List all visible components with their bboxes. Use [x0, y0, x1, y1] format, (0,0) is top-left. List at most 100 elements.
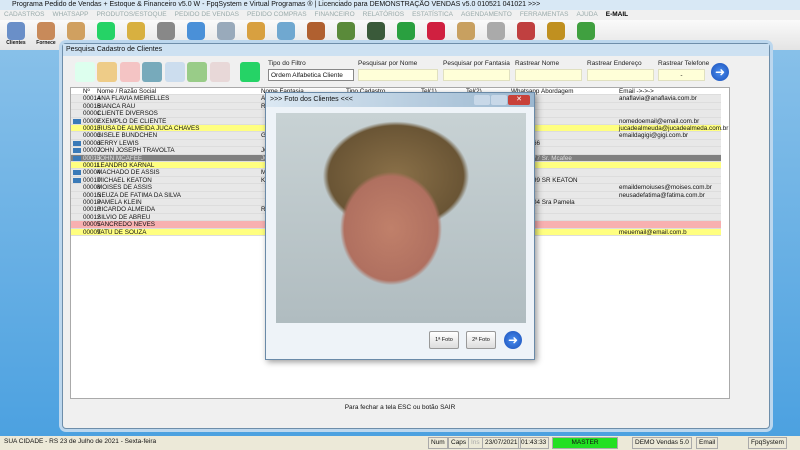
whatsapp-icon[interactable]	[240, 62, 260, 82]
toolbar-icon	[457, 22, 475, 40]
search-name-label: Pesquisar por Nome	[358, 60, 418, 67]
search-fantasy-label: Pesquisar por Fantasia	[443, 60, 510, 67]
menu-item[interactable]: E-MAIL	[606, 11, 628, 18]
toolbar-button[interactable]: Fornece	[34, 22, 58, 48]
photo-indicator-icon	[73, 177, 81, 183]
photo-indicator-icon	[73, 148, 81, 154]
add-icon[interactable]	[75, 62, 95, 82]
delete-icon[interactable]	[120, 62, 140, 82]
tools-icon[interactable]	[187, 62, 207, 82]
status-caps: Caps	[448, 437, 470, 449]
cell-nome: TANCREDO NEVES	[97, 221, 155, 229]
menu-item[interactable]: PRODUTOS/ESTOQUE	[96, 11, 166, 18]
photo-dialog: >>> Foto dos Clientes <<< ✕ 1ª Foto 2ª F…	[265, 92, 535, 360]
cell-email: meuemail@email.com.b	[619, 228, 687, 236]
photo-indicator-icon	[73, 155, 81, 161]
photo-indicator-icon	[73, 170, 81, 176]
menu-item[interactable]: RELATÓRIOS	[363, 11, 404, 18]
cell-email: neusadefatima@fatima.com.br	[619, 191, 705, 199]
status-city-date: SUA CIDADE - RS 23 de Julho de 2021 - Se…	[4, 438, 157, 445]
track-name-input[interactable]	[515, 69, 582, 81]
toolbar-icon	[367, 22, 385, 40]
cell-nome: NEUZA DE FATIMA DA SILVA	[97, 191, 181, 199]
cell-nome: JOHN JOSEPH TRAVOLTA	[97, 147, 175, 155]
column-header[interactable]: Nº	[83, 88, 90, 95]
cell-nome: RICARDO ALMEIDA	[97, 206, 156, 214]
toolbar-icon	[487, 22, 505, 40]
cell-abord: 77 Sr. Mcafee	[533, 154, 572, 162]
toolbar-icon	[577, 22, 595, 40]
cell-abord: 99 SR KEATON	[533, 176, 578, 184]
filter-type-select[interactable]: Ordem Alfabetica Cliente	[268, 69, 354, 81]
toolbar-icon	[427, 22, 445, 40]
toolbar-button[interactable]: Clientes	[4, 22, 28, 48]
status-num: Num	[428, 437, 448, 449]
menu-item[interactable]: AJUDA	[576, 11, 597, 18]
menu-item[interactable]: CADASTROS	[4, 11, 44, 18]
edit-icon[interactable]	[97, 62, 117, 82]
column-header[interactable]: Email ->->->	[619, 88, 654, 95]
track-name-label: Rastrear Nome	[515, 60, 560, 67]
photo-indicator-icon	[73, 140, 81, 146]
cell-nome: EXEMPLO DE CLIENTE	[97, 117, 167, 125]
email-icon[interactable]	[210, 62, 230, 82]
toolbar-label: Clientes	[6, 40, 26, 46]
cell-abord: 04 Sra Pamela	[533, 199, 575, 206]
menu-item[interactable]: PEDIDO DE VENDAS	[175, 11, 239, 18]
filter-type-label: Tipo do Filtro	[268, 60, 306, 67]
first-photo-button[interactable]: 1ª Foto	[429, 331, 459, 349]
toolbar-icon	[337, 22, 355, 40]
toolbar-icon	[547, 22, 565, 40]
cell-nome: PAMELA KLEIN	[97, 199, 142, 206]
menu-item[interactable]: WHATSAPP	[52, 11, 88, 18]
menu-item[interactable]: ESTATÍSTICA	[412, 11, 453, 18]
menu-item[interactable]: FERRAMENTAS	[520, 11, 569, 18]
column-header[interactable]: Nome / Razão Social	[97, 88, 156, 95]
toolbar-icon	[187, 22, 205, 40]
search-fantasy-input[interactable]	[443, 69, 510, 81]
minimize-button[interactable]	[474, 95, 490, 105]
footer-hint: Para fechar a tela ESC ou botão SAIR	[344, 404, 456, 411]
menu-item[interactable]: AGENDAMENTO	[461, 11, 512, 18]
toolbar-icon	[517, 22, 535, 40]
cell-nome: LEANDRO KARNAL	[97, 162, 155, 169]
client-photo	[276, 113, 526, 323]
toolbar-icon	[307, 22, 325, 40]
toolbar-icon	[157, 22, 175, 40]
contacts-icon[interactable]	[142, 62, 162, 82]
menu-bar: CADASTROS WHATSAPP PRODUTOS/ESTOQUE PEDIDO …	[0, 10, 800, 20]
next-photo-button[interactable]: ➜	[504, 331, 522, 349]
track-address-input[interactable]	[587, 69, 654, 81]
print-icon[interactable]	[165, 62, 185, 82]
cell-email: emaildagigi@gigi.com.br	[619, 132, 689, 140]
toolbar-icon	[97, 22, 115, 40]
status-version: DEMO Vendas 5.0	[632, 437, 692, 449]
status-email[interactable]: Email	[696, 437, 719, 449]
status-date: 23/07/2021	[482, 437, 521, 449]
search-name-input[interactable]	[358, 69, 438, 81]
cell-nome: JOHN MCAFEE	[97, 154, 143, 162]
track-address-label: Rastrear Endereço	[587, 60, 642, 67]
second-photo-button[interactable]: 2ª Foto	[466, 331, 496, 349]
toolbar-icon	[127, 22, 145, 40]
track-phone-input[interactable]: -	[658, 69, 705, 81]
menu-item[interactable]: FINANCEIRO	[315, 11, 355, 18]
cell-email: nomedoemail@email.com.br	[619, 117, 700, 125]
cell-nome: MOISES DE ASSIS	[97, 184, 152, 192]
toolbar-icon	[247, 22, 265, 40]
track-phone-label: Rastrear Telefone	[658, 60, 710, 67]
cell-nome: CLIENTE DIVERSOS	[97, 110, 158, 118]
cell-nome: GISELE BUNDCHEN	[97, 132, 158, 140]
search-go-button[interactable]: ➜	[711, 63, 729, 81]
cell-nome: FIUSA DE ALMEIDA JUCA CHAVES	[97, 125, 200, 132]
menu-item[interactable]: PEDIDO COMPRAS	[247, 11, 307, 18]
maximize-button[interactable]	[491, 95, 507, 105]
column-header[interactable]: Abordagem	[541, 88, 574, 95]
app-title-bar: Programa Pedido de Vendas + Estoque & Fi…	[0, 0, 800, 10]
close-button[interactable]: ✕	[508, 95, 530, 105]
toolbar-icon	[277, 22, 295, 40]
cell-nome: MICHAEL KEATON	[97, 176, 152, 184]
status-bar: SUA CIDADE - RS 23 de Julho de 2021 - Se…	[0, 436, 800, 450]
cell-nome: BIANCA RAU	[97, 102, 136, 110]
toolbar-icon	[397, 22, 415, 40]
